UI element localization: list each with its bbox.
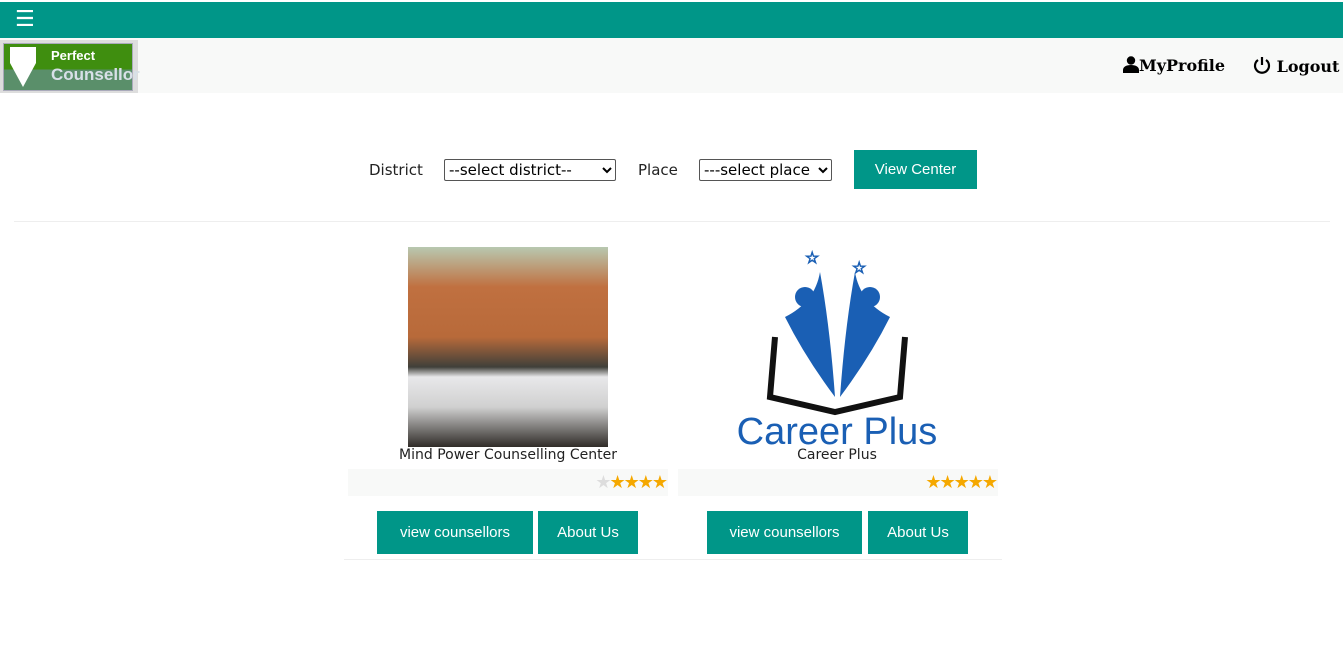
user-icon bbox=[1123, 56, 1139, 73]
star-rating: ★★★★★ bbox=[348, 469, 668, 496]
svg-text:Career Plus: Career Plus bbox=[737, 411, 938, 447]
district-select[interactable]: --select district-- bbox=[444, 159, 616, 181]
district-label: District bbox=[369, 161, 423, 179]
place-label: Place bbox=[638, 161, 678, 179]
star-empty-icon: ★ bbox=[595, 472, 611, 493]
about-us-button[interactable]: About Us bbox=[868, 511, 968, 554]
divider bbox=[14, 221, 1330, 222]
filter-bar: District --select district-- Place ---se… bbox=[0, 150, 1343, 190]
logout-link[interactable]: Logout bbox=[1253, 56, 1339, 76]
divider bbox=[344, 559, 1002, 560]
my-profile-link[interactable]: MyProfile bbox=[1123, 56, 1225, 75]
header: Perfect Counsellor MyProfile Logout bbox=[0, 38, 1343, 93]
career-plus-logo-graphic: ☆ ☆ Career Plus bbox=[737, 248, 938, 454]
view-center-button[interactable]: View Center bbox=[854, 150, 977, 189]
place-select[interactable]: ---select place bbox=[699, 159, 832, 181]
top-nav-bar: ☰ bbox=[0, 2, 1343, 38]
center-name: Mind Power Counselling Center bbox=[399, 447, 617, 463]
tuxedo-icon bbox=[10, 47, 36, 87]
about-us-button[interactable]: About Us bbox=[538, 511, 638, 554]
view-counsellors-button[interactable]: view counsellors bbox=[377, 511, 533, 554]
star-rating: ★★★★★ bbox=[678, 469, 998, 496]
star-filled-icons: ★★★★ bbox=[609, 472, 668, 493]
svg-text:☆: ☆ bbox=[805, 248, 819, 267]
svg-text:☆: ☆ bbox=[852, 258, 866, 277]
my-profile-label: MyProfile bbox=[1139, 56, 1226, 75]
logo[interactable]: Perfect Counsellor bbox=[0, 40, 140, 93]
logout-label: Logout bbox=[1276, 57, 1340, 76]
logo-text-2: Counsellor bbox=[51, 65, 140, 84]
power-icon bbox=[1253, 57, 1271, 74]
hamburger-menu-icon[interactable]: ☰ bbox=[15, 7, 35, 32]
logo-text-1: Perfect bbox=[51, 48, 96, 63]
center-photo[interactable] bbox=[408, 247, 608, 447]
center-name: Career Plus bbox=[797, 447, 877, 463]
career-plus-logo[interactable]: ☆ ☆ Career Plus bbox=[735, 247, 940, 454]
star-filled-icons: ★★★★★ bbox=[925, 472, 998, 493]
view-counsellors-button[interactable]: view counsellors bbox=[707, 511, 862, 554]
